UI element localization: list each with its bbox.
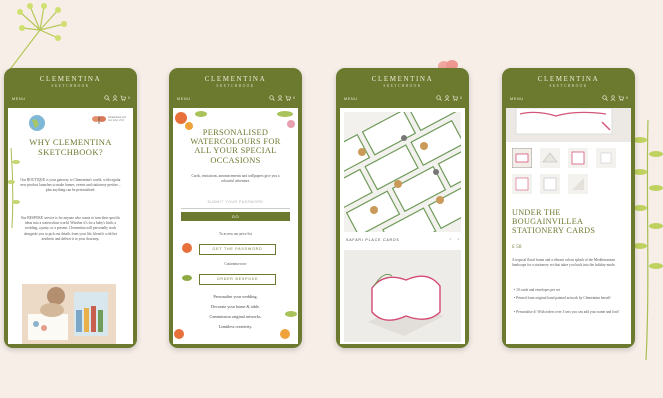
product-title: UNDER THE BOUGAINVILLEA STATIONERY CARDS: [512, 208, 596, 235]
product-thumbnail[interactable]: [512, 174, 532, 194]
chevron-left-icon[interactable]: ‹: [449, 237, 451, 242]
product-price: £ 50: [512, 244, 522, 250]
page-screen: UNDER THE BOUGAINVILLEA STATIONERY CARDS…: [506, 108, 631, 344]
brand-subtitle: SKETCHBOOK: [383, 84, 422, 88]
product-thumbnail[interactable]: [596, 148, 616, 168]
menu-button[interactable]: MENU: [12, 97, 26, 101]
brand-logo[interactable]: CLEMENTINA: [4, 75, 137, 83]
search-icon[interactable]: [602, 95, 608, 101]
phone-mockup-bougainvillea: CLEMENTINA SKETCHBOOK MENU 0 UNDER THE B…: [502, 68, 635, 348]
password-input[interactable]: SUBMIT YOUR PASSWORD: [181, 200, 290, 209]
place-card-closeup-photo[interactable]: [344, 250, 461, 342]
butterfly-illustration: [92, 116, 106, 124]
brand-logo[interactable]: CLEMENTINA: [336, 75, 469, 83]
globe-illustration: [29, 115, 45, 131]
cart-count: 0: [626, 96, 628, 100]
user-icon[interactable]: [112, 95, 118, 101]
customise-label: Customise now: [224, 262, 247, 266]
product-feature-item: • Printed from original hand painted art…: [514, 296, 611, 300]
phone-mockup-safari: CLEMENTINA SKETCHBOOK MENU 0 SAFARI PLAC…: [336, 68, 469, 348]
access-label: To access our price list: [219, 232, 252, 236]
product-feature-text: Printed from original hand painted artwo…: [516, 296, 611, 300]
product-thumbnail[interactable]: [568, 174, 588, 194]
page-screen: handpainted with love since 2012 WHY CLE…: [8, 108, 133, 344]
cart-icon[interactable]: [120, 95, 126, 101]
user-icon[interactable]: [610, 95, 616, 101]
brand-subtitle: SKETCHBOOK: [549, 84, 588, 88]
site-header: CLEMENTINA SKETCHBOOK MENU 0: [336, 68, 469, 108]
product-thumbnail[interactable]: [568, 148, 588, 168]
product-main-photo[interactable]: [506, 108, 631, 142]
menu-button[interactable]: MENU: [510, 97, 524, 101]
page-screen: SAFARI PLACE CARDS ‹ ›: [340, 108, 465, 344]
product-feature-text: 10 cards and envelopes per set: [516, 288, 560, 292]
brand-logo[interactable]: CLEMENTINA: [502, 75, 635, 83]
product-description: A tropical floral frame and a vibrant co…: [512, 258, 616, 268]
product-feature-text: Personalise it! With orders over 3 sets …: [516, 310, 620, 314]
brand-subtitle: SKETCHBOOK: [51, 84, 90, 88]
cart-count: 0: [128, 96, 130, 100]
safari-place-cards-photo[interactable]: [344, 112, 461, 232]
search-icon[interactable]: [104, 95, 110, 101]
search-icon[interactable]: [269, 95, 275, 101]
menu-button[interactable]: MENU: [177, 97, 191, 101]
site-header: CLEMENTINA SKETCHBOOK MENU 0: [4, 68, 137, 108]
chevron-right-icon[interactable]: ›: [457, 237, 459, 242]
search-icon[interactable]: [436, 95, 442, 101]
get-password-button[interactable]: GET THE PASSWORD: [199, 244, 276, 255]
user-icon[interactable]: [444, 95, 450, 101]
product-title[interactable]: SAFARI PLACE CARDS: [346, 238, 400, 242]
bespoke-paragraph: Our BESPOKE service is for anyone who wa…: [20, 216, 121, 241]
brand-logo[interactable]: CLEMENTINA: [169, 75, 302, 83]
site-header: CLEMENTINA SKETCHBOOK MENU 0: [502, 68, 635, 108]
service-item: Personalise your wedding.: [213, 294, 258, 299]
product-thumbnail[interactable]: [540, 148, 560, 168]
cart-icon[interactable]: [452, 95, 458, 101]
hero-intro: Cards, invitations, announcements and wa…: [191, 174, 280, 184]
hero-title: PERSONALISED WATERCOLOURS FOR ALL YOUR S…: [190, 128, 281, 165]
page-screen: PERSONALISED WATERCOLOURS FOR ALL YOUR S…: [173, 108, 298, 344]
order-bespoke-button[interactable]: ORDER BESPOKE: [199, 274, 276, 285]
flower-illustration: [182, 243, 192, 253]
product-thumbnail[interactable]: [540, 174, 560, 194]
watercolour-painting-photo: [22, 284, 116, 344]
floral-corner-illustration: [174, 311, 297, 339]
boutique-paragraph: Our BOUTIQUE is your gateway to Clementi…: [20, 178, 121, 193]
product-feature-item: • 10 cards and envelopes per set: [514, 288, 560, 292]
cart-count: 0: [293, 96, 295, 100]
menu-button[interactable]: MENU: [344, 97, 358, 101]
user-icon[interactable]: [277, 95, 283, 101]
product-thumbnail[interactable]: [512, 148, 532, 168]
fern-leaf-illustration: [182, 275, 192, 281]
signature-note: handpainted with love since 2012: [108, 116, 127, 123]
cart-icon[interactable]: [285, 95, 291, 101]
page-title: WHY CLEMENTINA SKETCHBOOK?: [29, 137, 112, 157]
cart-count: 0: [460, 96, 462, 100]
site-header: CLEMENTINA SKETCHBOOK MENU 0: [169, 68, 302, 108]
fern-illustration: [633, 120, 663, 360]
go-button[interactable]: GO: [181, 212, 290, 221]
cart-icon[interactable]: [618, 95, 624, 101]
phone-mockup-why-clementina: CLEMENTINA SKETCHBOOK MENU 0 handpainted…: [4, 68, 137, 348]
phone-mockup-personalised: CLEMENTINA SKETCHBOOK MENU 0 PERSONALISE…: [169, 68, 302, 348]
product-feature-item: • Personalise it! With orders over 3 set…: [514, 310, 620, 314]
brand-subtitle: SKETCHBOOK: [216, 84, 255, 88]
